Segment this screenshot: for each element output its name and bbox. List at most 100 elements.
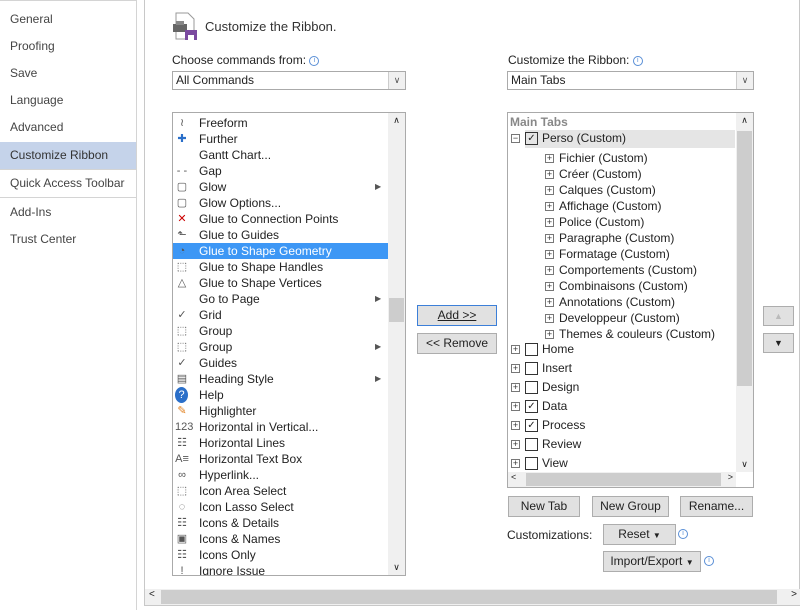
sidebar-item-save[interactable]: Save [0,60,136,87]
info-icon[interactable]: i [704,556,714,566]
command-item[interactable]: ✕ Glue to Connection Points [173,211,388,227]
tree-item-tab[interactable]: + Review [511,436,581,452]
expand-icon[interactable]: + [545,170,554,180]
expand-icon[interactable]: + [511,440,520,450]
info-icon[interactable]: i [309,55,320,66]
expand-icon[interactable]: + [511,364,520,374]
sidebar-item-add-ins[interactable]: Add-Ins [0,199,136,226]
checkbox[interactable] [525,381,538,395]
tree-item-group[interactable]: + Police (Custom) [545,214,644,230]
command-item[interactable]: ∞ Hyperlink... [173,467,388,483]
sidebar-item-quick-access-toolbar[interactable]: Quick Access Toolbar [0,170,136,197]
command-item[interactable]: 123 Horizontal in Vertical... [173,419,388,435]
command-item[interactable]: ⬑ Glue to Guides [173,227,388,243]
commands-list[interactable]: ∧ ∨ ≀ Freeform ✚ Further Gantt Chart... - - Ga… [172,112,406,576]
customize-ribbon-dropdown[interactable]: Main Tabs ∨ [507,71,754,90]
tree-item-group[interactable]: + Paragraphe (Custom) [545,230,674,246]
tree-item-tab[interactable]: + Design [511,379,579,395]
main-hscrollbar[interactable]: < > [145,589,800,605]
expand-icon[interactable]: + [545,298,554,308]
choose-commands-dropdown[interactable]: All Commands ∨ [172,71,406,90]
expand-icon[interactable]: + [511,459,520,469]
scroll-thumb[interactable] [737,131,752,386]
tree-item-group[interactable]: + Affichage (Custom) [545,198,662,214]
sidebar-item-general[interactable]: General [0,6,136,33]
expand-icon[interactable]: + [545,250,554,260]
expand-icon[interactable]: + [511,421,520,431]
tree-item-group[interactable]: + Fichier (Custom) [545,150,648,166]
command-item[interactable]: ☷ Icons Only [173,547,388,563]
tree-item-root[interactable]: − ✓ Perso (Custom) [511,130,626,146]
checkbox[interactable] [525,457,538,471]
command-item[interactable]: ☷ Icons & Details [173,515,388,531]
command-item[interactable]: ? Help [173,387,388,403]
tree-item-tab[interactable]: + Home [511,341,574,357]
command-item[interactable]: ⬚ Icon Area Select [173,483,388,499]
commands-scrollbar[interactable]: ∧ ∨ [388,113,405,575]
command-item[interactable]: ☷ Horizontal Lines [173,435,388,451]
command-item[interactable]: ◔ Glue to Shape Geometry [173,243,388,259]
command-item[interactable]: △ Glue to Shape Vertices [173,275,388,291]
add-button[interactable]: Add >> [417,305,497,326]
rename-button[interactable]: Rename... [680,496,753,517]
reset-button[interactable]: Reset ▼ [603,524,676,545]
tree-item-tab[interactable]: + View [511,455,568,471]
command-item[interactable]: ! Ignore Issue [173,563,388,575]
checkbox[interactable]: ✓ [525,419,538,433]
scroll-thumb[interactable] [161,590,777,604]
command-item[interactable]: - - Gap [173,163,388,179]
expand-icon[interactable]: + [545,266,554,276]
info-icon[interactable]: i [632,55,643,66]
command-item[interactable]: ▢ Glow Options... [173,195,388,211]
move-down-button[interactable]: ▼ [763,333,794,353]
command-item[interactable]: ◌ Icon Lasso Select [173,499,388,515]
expand-icon[interactable]: + [511,402,520,412]
sidebar-item-customize-ribbon[interactable]: Customize Ribbon [0,142,136,169]
expand-icon[interactable]: + [545,330,554,340]
command-item[interactable]: ✓ Grid [173,307,388,323]
ribbon-tree[interactable]: Main Tabs ∧ ∨ < > − ✓ Perso (Custom) + Fichi… [507,112,754,488]
command-item[interactable]: ✓ Guides [173,355,388,371]
tree-item-group[interactable]: + Combinaisons (Custom) [545,278,688,294]
checkbox[interactable]: ✓ [525,400,538,414]
move-up-button[interactable]: ▲ [763,306,794,326]
expand-icon[interactable]: + [545,154,554,164]
checkbox[interactable]: ✓ [525,132,538,146]
tree-item-group[interactable]: + Calques (Custom) [545,182,656,198]
sidebar-item-language[interactable]: Language [0,87,136,114]
command-item[interactable]: Gantt Chart... [173,147,388,163]
tree-item-tab[interactable]: + ✓ Data [511,398,567,414]
chevron-down-icon[interactable]: ∨ [736,72,753,89]
command-item[interactable]: ✎ Highlighter [173,403,388,419]
chevron-down-icon[interactable]: ∨ [388,72,405,89]
tree-item-group[interactable]: + Themes & couleurs (Custom) [545,326,715,342]
expand-icon[interactable]: + [511,345,520,355]
scroll-thumb[interactable] [526,473,721,486]
expand-icon[interactable]: + [511,383,520,393]
new-tab-button[interactable]: New Tab [508,496,580,517]
sidebar-item-advanced[interactable]: Advanced [0,114,136,141]
expand-icon[interactable]: + [545,282,554,292]
command-item[interactable]: Go to Page ▶ [173,291,388,307]
command-item[interactable]: ⬚ Group ▶ [173,339,388,355]
tree-item-group[interactable]: + Comportements (Custom) [545,262,697,278]
tree-item-tab[interactable]: + Insert [511,360,572,376]
tree-item-group[interactable]: + Annotations (Custom) [545,294,675,310]
sidebar-item-trust-center[interactable]: Trust Center [0,226,136,253]
tree-item-tab[interactable]: + ✓ Process [511,417,585,433]
command-item[interactable]: ▣ Icons & Names [173,531,388,547]
expand-icon[interactable]: + [545,202,554,212]
tree-vscrollbar[interactable]: ∧ ∨ [736,113,753,472]
command-item[interactable]: ⬚ Group [173,323,388,339]
command-item[interactable]: ≀ Freeform [173,115,388,131]
remove-button[interactable]: << Remove [417,333,497,354]
expand-icon[interactable]: + [545,314,554,324]
command-item[interactable]: ▤ Heading Style ▶ [173,371,388,387]
tree-item-group[interactable]: + Developpeur (Custom) [545,310,680,326]
checkbox[interactable] [525,362,538,376]
sidebar-item-proofing[interactable]: Proofing [0,33,136,60]
import-export-button[interactable]: Import/Export ▼ [603,551,701,572]
command-item[interactable]: ▢ Glow ▶ [173,179,388,195]
checkbox[interactable] [525,438,538,452]
collapse-icon[interactable]: − [511,134,520,144]
